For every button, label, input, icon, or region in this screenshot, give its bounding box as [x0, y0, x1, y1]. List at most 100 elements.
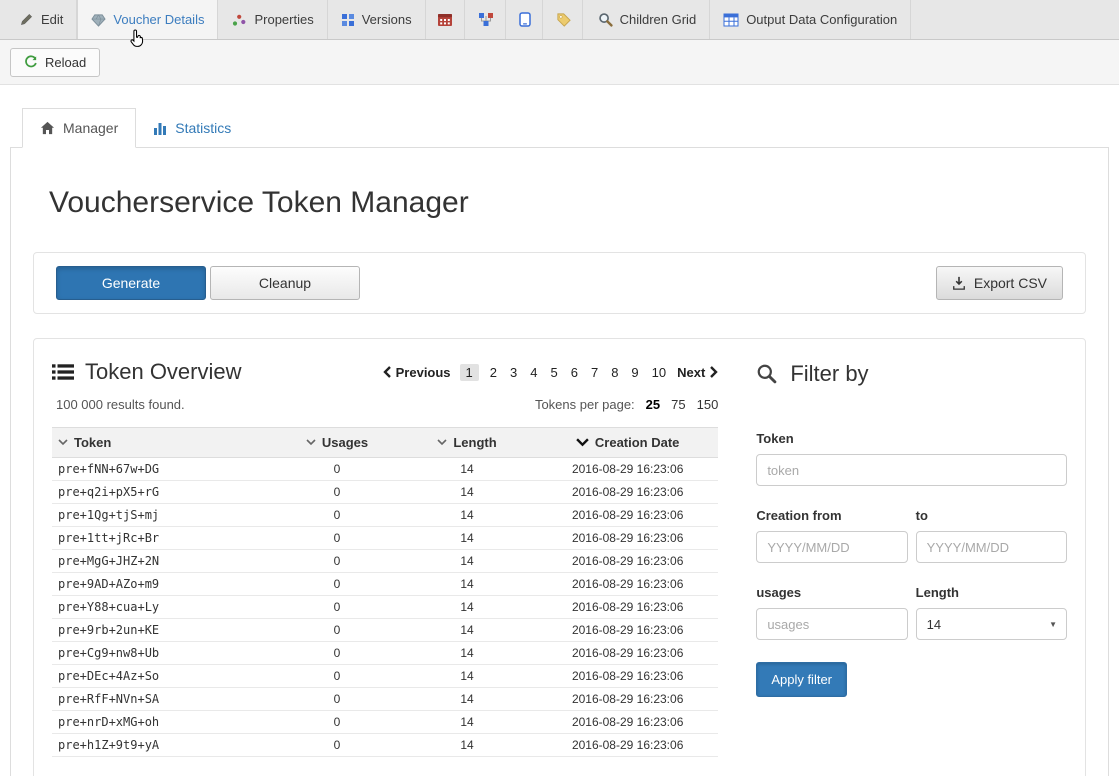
per-page-option-75[interactable]: 75 — [671, 397, 685, 412]
created-cell: 2016-08-29 16:23:06 — [537, 642, 718, 665]
per-page-label: Tokens per page: — [535, 397, 635, 412]
created-cell: 2016-08-29 16:23:06 — [537, 573, 718, 596]
creation-to-input[interactable] — [916, 531, 1067, 563]
toolbar-tab-output-data-configuration[interactable]: Output Data Configuration — [710, 0, 911, 39]
tab-statistics[interactable]: Statistics — [136, 108, 248, 148]
pagination: Previous 123456789 10 Next — [383, 364, 719, 381]
length-filter-label: Length — [916, 585, 1067, 600]
column-header-usages[interactable]: Usages — [277, 428, 397, 458]
usages-cell: 0 — [277, 665, 397, 688]
pagination-page-10[interactable]: 10 — [650, 364, 668, 381]
table-row: pre+Cg9+nw8+Ub0142016-08-29 16:23:06 — [52, 642, 718, 665]
toolbar-tab-label: Children Grid — [620, 12, 697, 27]
token-cell: pre+MgG+JHZ+2N — [52, 550, 277, 573]
table-icon — [723, 13, 739, 27]
bar-chart-icon — [153, 122, 167, 135]
created-cell: 2016-08-29 16:23:06 — [537, 481, 718, 504]
toolbar-tab-label: Voucher Details — [113, 12, 204, 27]
pagination-pages: 123456789 10 — [460, 364, 669, 381]
token-filter-input[interactable] — [756, 454, 1067, 486]
download-icon — [952, 276, 966, 290]
creation-to-label: to — [916, 508, 1067, 523]
cleanup-button[interactable]: Cleanup — [210, 266, 360, 300]
length-cell: 14 — [397, 619, 537, 642]
pagination-page-1[interactable]: 1 — [460, 364, 479, 381]
length-cell: 14 — [397, 711, 537, 734]
tab-manager[interactable]: Manager — [22, 108, 136, 148]
reload-button[interactable]: Reload — [10, 48, 100, 77]
created-cell: 2016-08-29 16:23:06 — [537, 688, 718, 711]
home-icon — [40, 121, 55, 135]
hierarchy-icon — [478, 12, 494, 27]
toolbar-tab-device[interactable] — [508, 0, 543, 39]
usages-cell: 0 — [277, 481, 397, 504]
usages-cell: 0 — [277, 504, 397, 527]
grid-dots-icon — [341, 13, 355, 27]
reload-icon — [24, 55, 38, 69]
toolbar-tab-structure[interactable] — [467, 0, 506, 39]
token-cell: pre+Cg9+nw8+Ub — [52, 642, 277, 665]
top-toolbar: Edit Voucher Details Properties Versions — [0, 0, 1119, 40]
toolbar-tab-label: Versions — [362, 12, 412, 27]
column-header-token[interactable]: Token — [52, 428, 277, 458]
creation-from-label: Creation from — [756, 508, 907, 523]
token-overview-section: Token Overview Previous 123456789 10 Next — [52, 359, 718, 757]
usages-filter-input[interactable] — [756, 608, 907, 640]
sort-chevron-icon — [306, 439, 316, 446]
pagination-page-4[interactable]: 4 — [528, 364, 539, 381]
per-page-option-150[interactable]: 150 — [697, 397, 719, 412]
length-cell: 14 — [397, 527, 537, 550]
length-select[interactable]: 14 ▼ — [916, 608, 1067, 640]
toolbar-tab-label: Edit — [41, 12, 63, 27]
tab-label: Manager — [63, 120, 118, 136]
token-filter-label: Token — [756, 431, 1067, 446]
table-row: pre+DEc+4Az+So0142016-08-29 16:23:06 — [52, 665, 718, 688]
column-header-length[interactable]: Length — [397, 428, 537, 458]
created-cell: 2016-08-29 16:23:06 — [537, 665, 718, 688]
token-overview-panel: Token Overview Previous 123456789 10 Next — [33, 338, 1086, 776]
results-count: 100 000 results found. — [56, 397, 185, 412]
export-csv-label: Export CSV — [974, 275, 1047, 291]
creation-from-input[interactable] — [756, 531, 907, 563]
length-cell: 14 — [397, 734, 537, 757]
column-header-creation-date[interactable]: Creation Date — [537, 428, 718, 458]
toolbar-tab-edit[interactable]: Edit — [6, 0, 77, 39]
toolbar-tab-children-grid[interactable]: Children Grid — [585, 0, 711, 39]
pagination-page-9[interactable]: 9 — [629, 364, 640, 381]
pagination-previous[interactable]: Previous — [383, 365, 451, 380]
tab-label: Statistics — [175, 120, 231, 136]
device-icon — [519, 12, 531, 27]
apply-filter-button[interactable]: Apply filter — [756, 662, 847, 697]
token-overview-title: Token Overview — [85, 359, 242, 385]
list-icon — [52, 363, 74, 381]
pagination-page-8[interactable]: 8 — [609, 364, 620, 381]
pagination-next[interactable]: Next — [677, 365, 718, 380]
toolbar-tab-tags[interactable] — [545, 0, 583, 39]
pencil-icon — [19, 12, 34, 27]
token-cell: pre+q2i+pX5+rG — [52, 481, 277, 504]
toolbar-tab-voucher-details[interactable]: Voucher Details — [77, 0, 218, 39]
pagination-page-2[interactable]: 2 — [488, 364, 499, 381]
pagination-page-3[interactable]: 3 — [508, 364, 519, 381]
token-cell: pre+Y88+cua+Ly — [52, 596, 277, 619]
toolbar-tab-versions[interactable]: Versions — [328, 0, 426, 39]
generate-button[interactable]: Generate — [56, 266, 206, 300]
chevron-right-icon — [710, 366, 718, 378]
pagination-page-6[interactable]: 6 — [569, 364, 580, 381]
usages-cell: 0 — [277, 458, 397, 481]
pagination-page-7[interactable]: 7 — [589, 364, 600, 381]
length-cell: 14 — [397, 550, 537, 573]
page-title: Voucherservice Token Manager — [49, 186, 1086, 220]
length-cell: 14 — [397, 642, 537, 665]
pagination-page-5[interactable]: 5 — [548, 364, 559, 381]
usages-cell: 0 — [277, 734, 397, 757]
created-cell: 2016-08-29 16:23:06 — [537, 527, 718, 550]
toolbar-tab-calendar[interactable] — [426, 0, 465, 39]
per-page-options: 25 75 150 — [646, 397, 719, 412]
length-cell: 14 — [397, 665, 537, 688]
toolbar-tab-properties[interactable]: Properties — [218, 0, 327, 39]
per-page-option-25[interactable]: 25 — [646, 397, 660, 412]
export-csv-button[interactable]: Export CSV — [936, 266, 1063, 300]
filter-title: Filter by — [790, 361, 868, 387]
table-row: pre+RfF+NVn+SA0142016-08-29 16:23:06 — [52, 688, 718, 711]
